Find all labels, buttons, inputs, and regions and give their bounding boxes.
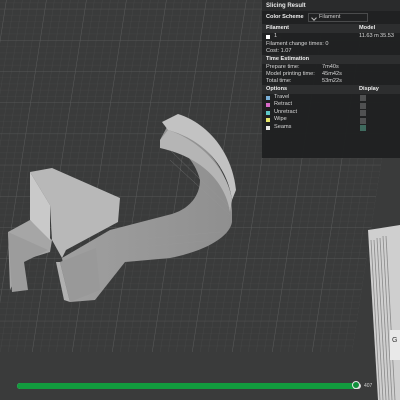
time-estimation-header: Time Estimation [262, 55, 400, 64]
color-scheme-value: Filament [319, 13, 341, 20]
filament-row: 1 11.63 m 35.53 [262, 33, 400, 41]
filament-length: 11.63 m [359, 33, 379, 40]
chevron-down-icon [312, 16, 316, 20]
filament-change-times: Filament change times: 0 [266, 40, 329, 47]
option-unretract: Unretract [262, 109, 400, 117]
option-label: Retract [274, 101, 293, 108]
option-label: Unretract [274, 108, 298, 115]
unretract-display-checkbox[interactable] [360, 110, 366, 116]
total-time-row: Total time: 53m22s [262, 78, 400, 85]
filament-header: Filament [266, 24, 290, 31]
option-label: Wipe [274, 116, 287, 123]
seams-color-swatch [266, 125, 270, 130]
svg-text:G: G [392, 337, 397, 344]
layer-slider-handle[interactable] [351, 381, 360, 389]
filament-number: 1 [274, 33, 278, 40]
prepare-time-row: Prepare time: 7m40s [262, 64, 400, 71]
model-printing-time-value: 45m42s [322, 70, 342, 77]
color-scheme-dropdown[interactable]: Filament [308, 13, 368, 22]
total-time-label: Total time: [266, 77, 292, 84]
model-printing-time-label: Model printing time: [266, 70, 315, 77]
options-header: Options [266, 85, 288, 92]
display-header: Display [359, 85, 379, 92]
wipe-display-checkbox[interactable] [360, 117, 366, 124]
color-scheme-label: Color Scheme [266, 13, 304, 20]
prepare-time-label: Prepare time: [266, 63, 300, 70]
layer-number: 407 [364, 383, 373, 389]
travel-display-checkbox[interactable] [360, 95, 366, 101]
filament-weight: 35.53 [380, 33, 394, 40]
options-list: Travel Retract Unretract Wipe Seams [262, 94, 400, 132]
filament-color-swatch [266, 35, 270, 39]
total-time-value: 53m22s [322, 77, 342, 84]
option-wipe: Wipe [262, 117, 400, 125]
retract-color-swatch [266, 103, 270, 108]
option-retract: Retract [262, 102, 400, 110]
layer-slider-fill [17, 383, 356, 389]
seams-display-checkbox[interactable] [360, 125, 366, 131]
unretract-color-swatch [266, 110, 270, 115]
option-travel: Travel [262, 94, 400, 102]
panel-title: Slicing Result [262, 0, 400, 11]
model-printing-time-row: Model printing time: 45m42s [262, 71, 400, 78]
model-header: Model [359, 24, 376, 31]
color-scheme-row: Color Scheme Filament [262, 11, 400, 24]
options-section-header: Options Display [262, 85, 400, 94]
option-label: Seams [274, 123, 292, 130]
layer-slider-track[interactable] [17, 381, 361, 389]
slicing-result-panel: Slicing Result Color Scheme Filament Fil… [262, 0, 400, 158]
cost: Cost: 1.07 [266, 47, 292, 54]
retract-display-checkbox[interactable] [360, 102, 366, 109]
prepare-time-value: 7m40s [322, 63, 339, 70]
travel-color-swatch [266, 95, 270, 100]
option-seams: Seams [262, 124, 400, 132]
filament-section-header: Filament Model [262, 24, 400, 33]
option-label: Travel [274, 93, 290, 100]
wipe-color-swatch [266, 118, 270, 123]
